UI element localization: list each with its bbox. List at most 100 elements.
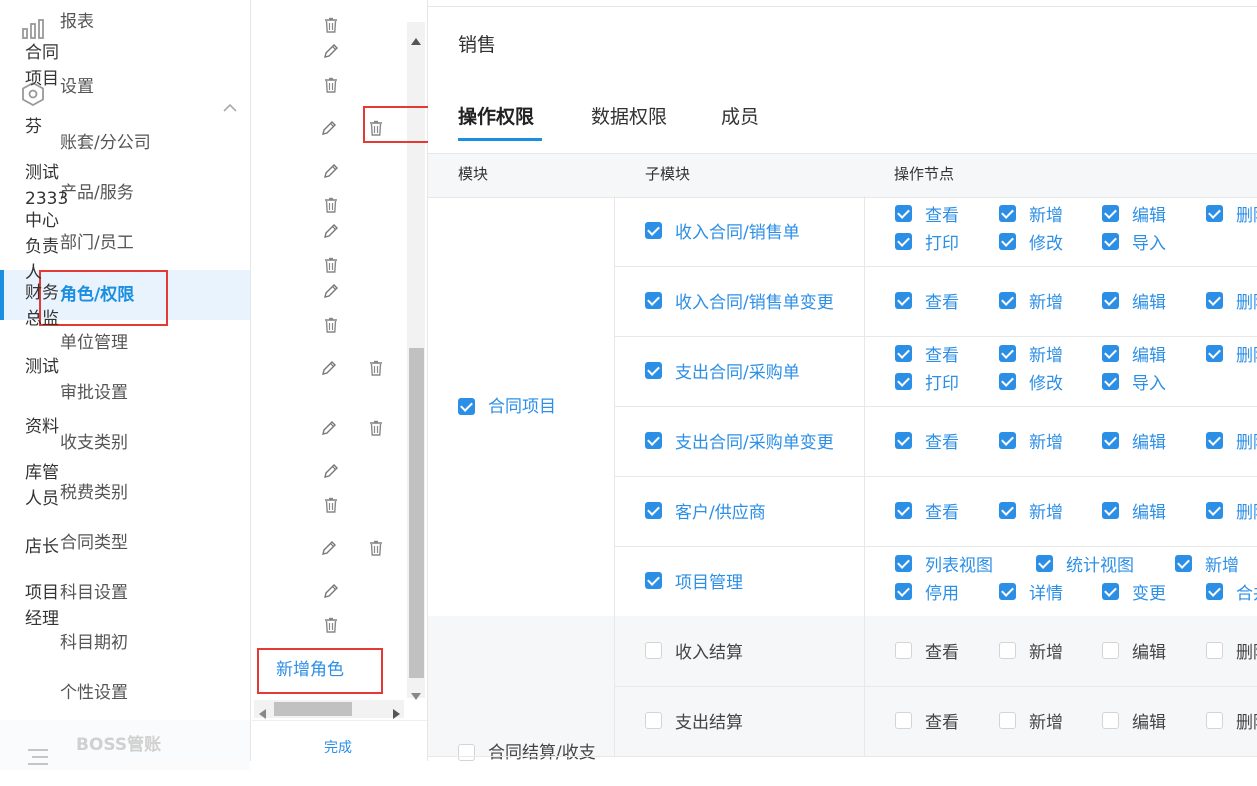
operation-checkbox[interactable] — [1102, 583, 1119, 600]
operation-checkbox[interactable] — [895, 502, 912, 519]
operation-checkbox[interactable] — [895, 292, 912, 309]
edit-pencil-icon[interactable] — [321, 120, 337, 141]
operation-checkbox[interactable] — [1206, 642, 1223, 659]
edit-pencil-icon[interactable] — [321, 540, 337, 561]
sidebar-item-personal[interactable]: 个性设置 — [0, 668, 250, 718]
header-operations: 操作节点 — [894, 165, 955, 183]
operation-checkbox[interactable] — [999, 432, 1016, 449]
operation-checkbox[interactable] — [1102, 205, 1119, 222]
submodule-checkbox[interactable] — [645, 712, 662, 729]
scroll-right-arrow-icon[interactable] — [393, 704, 400, 724]
operation-checkbox[interactable] — [1036, 555, 1053, 572]
delete-icon[interactable] — [324, 497, 338, 518]
operation-checkbox[interactable] — [999, 642, 1016, 659]
submodule-checkbox[interactable] — [645, 222, 662, 239]
module-checkbox[interactable] — [458, 398, 475, 415]
edit-pencil-icon[interactable] — [323, 463, 339, 484]
operation-label: 新增 — [1029, 346, 1063, 366]
delete-icon[interactable] — [324, 617, 338, 638]
row-divider — [614, 686, 1257, 687]
scroll-down-arrow-icon[interactable] — [411, 685, 421, 705]
operation-label: 导入 — [1132, 234, 1166, 254]
role-name: 资料 — [25, 417, 59, 437]
sidebar-item-label: 产品/服务 — [60, 183, 134, 203]
edit-pencil-icon[interactable] — [323, 163, 339, 184]
row-divider — [614, 546, 1257, 547]
operation-checkbox[interactable] — [999, 373, 1016, 390]
operation-checkbox[interactable] — [1102, 642, 1119, 659]
roles-scrollbar-thumb[interactable] — [409, 348, 424, 678]
operation-checkbox[interactable] — [895, 205, 912, 222]
delete-icon[interactable] — [324, 317, 338, 338]
operation-checkbox[interactable] — [1102, 432, 1119, 449]
submodule-checkbox[interactable] — [645, 432, 662, 449]
operation-checkbox[interactable] — [895, 345, 912, 362]
sidebar-item-label: 设置 — [60, 77, 94, 97]
sidebar-item-label: 合同类型 — [60, 533, 128, 553]
operation-checkbox[interactable] — [895, 642, 912, 659]
operation-label: 编辑 — [1132, 206, 1166, 226]
delete-icon[interactable] — [369, 540, 383, 561]
operation-checkbox[interactable] — [999, 233, 1016, 250]
edit-pencil-icon[interactable] — [323, 583, 339, 604]
operation-checkbox[interactable] — [1102, 502, 1119, 519]
operation-checkbox[interactable] — [895, 555, 912, 572]
edit-pencil-icon[interactable] — [321, 420, 337, 441]
submodule-checkbox[interactable] — [645, 642, 662, 659]
operation-checkbox[interactable] — [1206, 583, 1223, 600]
submodule-checkbox[interactable] — [645, 502, 662, 519]
operation-checkbox[interactable] — [1175, 555, 1192, 572]
done-button[interactable]: 完成 — [324, 737, 352, 757]
delete-icon[interactable] — [369, 420, 383, 441]
role-name: 经理 — [25, 609, 59, 629]
operation-checkbox[interactable] — [1102, 292, 1119, 309]
module-checkbox[interactable] — [458, 744, 475, 761]
delete-icon[interactable] — [324, 257, 338, 278]
submodule-checkbox[interactable] — [645, 292, 662, 309]
operation-checkbox[interactable] — [895, 373, 912, 390]
operation-checkbox[interactable] — [1206, 712, 1223, 729]
operation-checkbox[interactable] — [999, 712, 1016, 729]
sidebar-item-boss[interactable]: BOSS管账 — [0, 720, 250, 770]
operation-checkbox[interactable] — [1102, 345, 1119, 362]
operation-checkbox[interactable] — [1206, 345, 1223, 362]
tab-members[interactable]: 成员 — [721, 102, 759, 129]
delete-icon[interactable] — [324, 77, 338, 98]
operation-checkbox[interactable] — [999, 502, 1016, 519]
operation-checkbox[interactable] — [1102, 373, 1119, 390]
operation-label: 编辑 — [1132, 433, 1166, 453]
scroll-left-arrow-icon[interactable] — [259, 704, 266, 724]
role-name: 中心 — [25, 211, 59, 231]
operation-checkbox[interactable] — [999, 292, 1016, 309]
operation-checkbox[interactable] — [895, 583, 912, 600]
delete-icon[interactable] — [324, 197, 338, 218]
operation-checkbox[interactable] — [1206, 292, 1223, 309]
submodule-checkbox[interactable] — [645, 572, 662, 589]
tab-data-permissions[interactable]: 数据权限 — [591, 102, 667, 129]
operation-checkbox[interactable] — [1206, 432, 1223, 449]
edit-pencil-icon[interactable] — [323, 283, 339, 304]
operation-checkbox[interactable] — [999, 583, 1016, 600]
edit-pencil-icon[interactable] — [321, 360, 337, 381]
operation-checkbox[interactable] — [895, 432, 912, 449]
operation-label: 导入 — [1132, 374, 1166, 394]
operation-checkbox[interactable] — [895, 712, 912, 729]
operation-checkbox[interactable] — [895, 233, 912, 250]
operation-checkbox[interactable] — [1102, 233, 1119, 250]
operation-checkbox[interactable] — [999, 205, 1016, 222]
scroll-up-arrow-icon[interactable] — [411, 30, 421, 50]
operation-checkbox[interactable] — [999, 345, 1016, 362]
operation-label: 删除 — [1236, 713, 1257, 733]
operation-label: 列表视图 — [925, 556, 993, 576]
role-name: 芬 — [25, 117, 42, 137]
operation-checkbox[interactable] — [1102, 712, 1119, 729]
delete-icon[interactable] — [324, 17, 338, 38]
edit-pencil-icon[interactable] — [323, 223, 339, 244]
tab-operation-permissions[interactable]: 操作权限 — [458, 102, 534, 129]
operation-checkbox[interactable] — [1206, 205, 1223, 222]
operation-checkbox[interactable] — [1206, 502, 1223, 519]
roles-scrollbar-hthumb[interactable] — [274, 702, 352, 716]
submodule-checkbox[interactable] — [645, 362, 662, 379]
edit-pencil-icon[interactable] — [323, 43, 339, 64]
delete-icon[interactable] — [369, 360, 383, 381]
